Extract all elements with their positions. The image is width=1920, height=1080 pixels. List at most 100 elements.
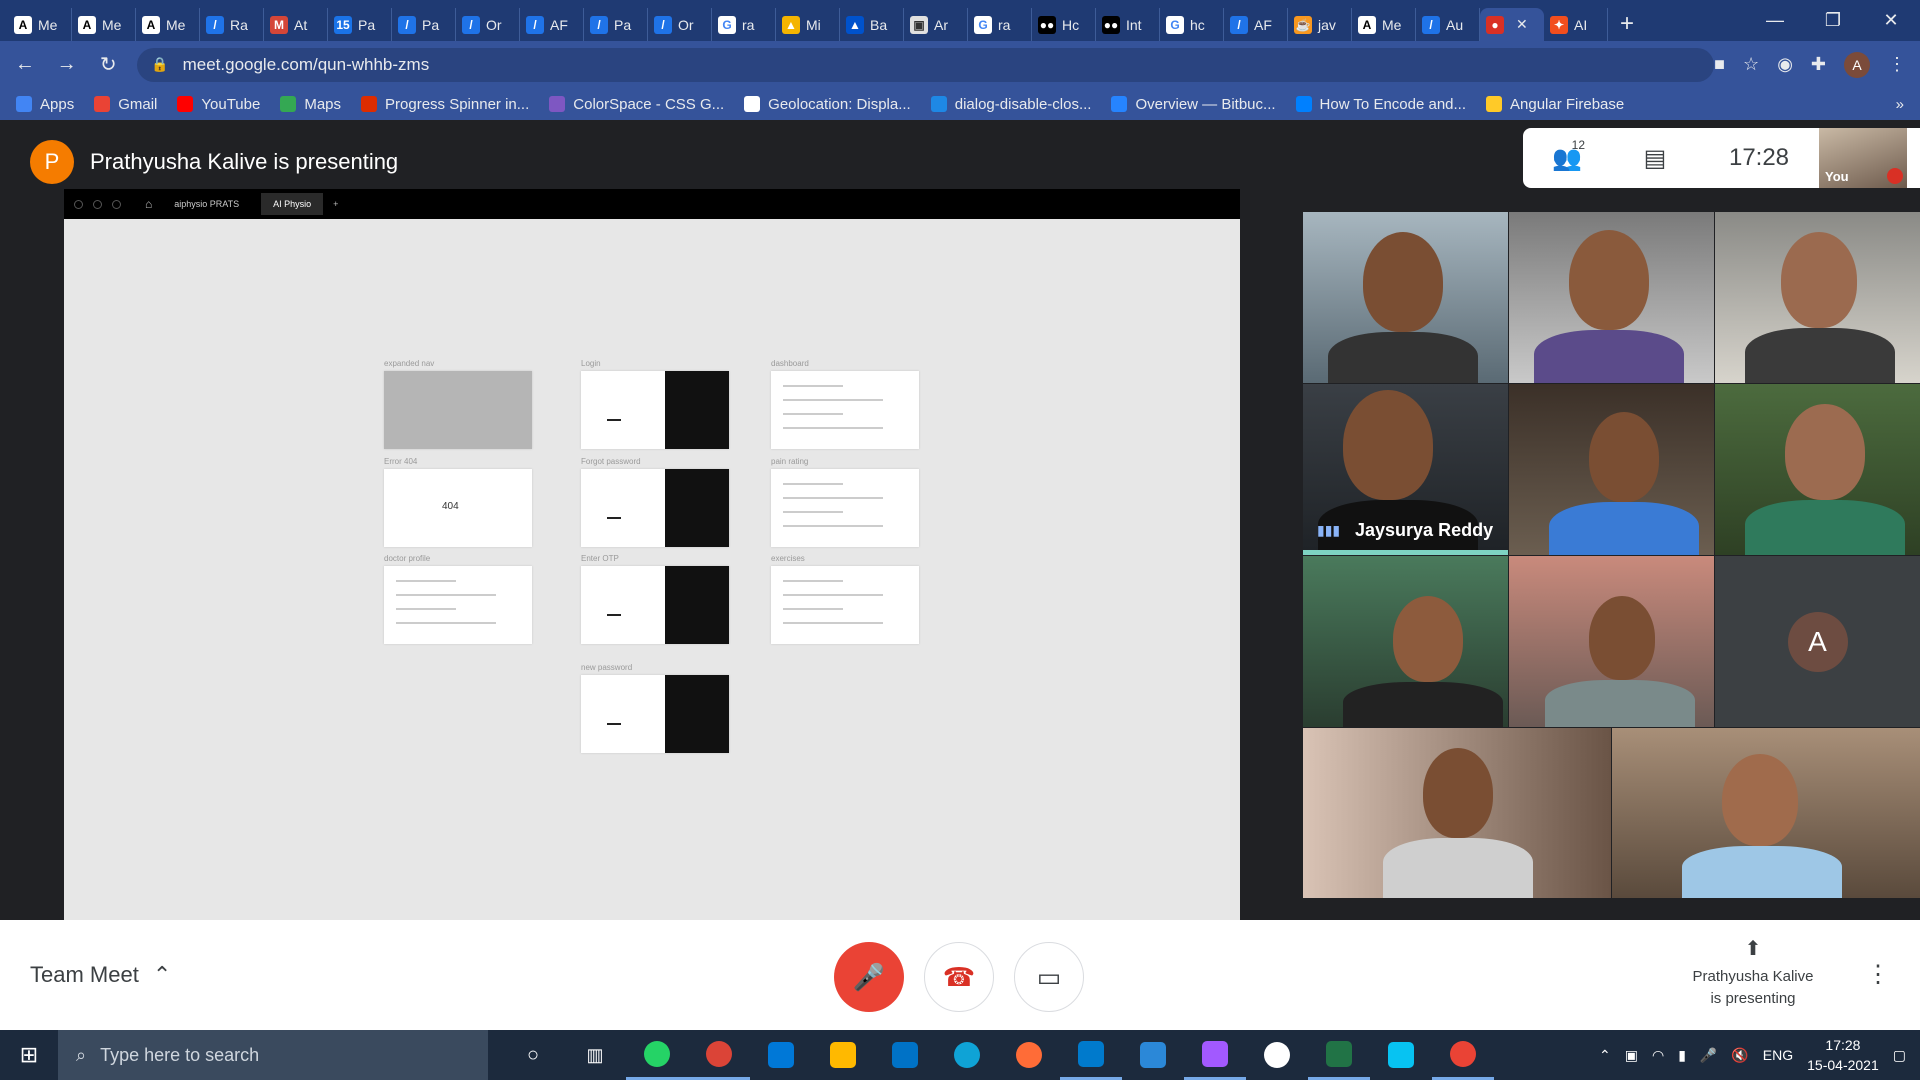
browser-tab[interactable]: / Or xyxy=(456,8,520,41)
webstorm-icon[interactable] xyxy=(1370,1030,1432,1080)
app-w-icon[interactable] xyxy=(1246,1030,1308,1080)
bookmark-item[interactable]: Gmail xyxy=(94,96,157,113)
volume-muted-icon[interactable]: 🔇 xyxy=(1731,1047,1748,1064)
browser-tab[interactable]: ✦ AI xyxy=(1544,8,1608,41)
bookmark-item[interactable]: ColorSpace - CSS G... xyxy=(549,96,724,113)
leave-call-button[interactable]: ☎ xyxy=(924,942,994,1012)
new-tab-icon[interactable]: + xyxy=(1620,10,1634,38)
device-icon[interactable]: ▣ xyxy=(1625,1047,1638,1064)
task-view-icon[interactable]: ▥ xyxy=(564,1030,626,1080)
chrome-profile-icon[interactable] xyxy=(1432,1030,1494,1080)
bookmark-item[interactable]: Maps xyxy=(280,96,341,113)
meeting-details-button[interactable]: Team Meet ⌃ xyxy=(30,962,171,988)
microphone-icon[interactable]: 🎤 xyxy=(1700,1047,1717,1064)
close-tab-icon[interactable]: ✕ xyxy=(1516,16,1528,33)
vscode-icon[interactable] xyxy=(1060,1030,1122,1080)
bookmark-item[interactable]: Angular Firebase xyxy=(1486,96,1624,113)
puzzle-icon[interactable]: ✚ xyxy=(1811,54,1826,75)
back-icon[interactable]: ← xyxy=(8,48,42,82)
browser-tab[interactable]: / Au xyxy=(1416,8,1480,41)
browser-tab[interactable]: / Or xyxy=(648,8,712,41)
browser-tab[interactable]: A Me xyxy=(1352,8,1416,41)
camera-toggle-button[interactable]: ▭ xyxy=(1014,942,1084,1012)
artboard-content-line xyxy=(396,622,496,624)
self-view-tile[interactable]: You xyxy=(1819,128,1907,188)
browser-tab[interactable]: ▲ Mi xyxy=(776,8,840,41)
browser-tab[interactable]: 15 Pa xyxy=(328,8,392,41)
presenting-status[interactable]: ⬆ Prathyusha Kalive is presenting xyxy=(1668,938,1838,1010)
participant-tile[interactable] xyxy=(1303,728,1611,898)
menu-dots-icon[interactable]: ⋮ xyxy=(1888,54,1906,75)
participant-tile[interactable] xyxy=(1303,556,1508,727)
active-speaker-tile[interactable]: ▮▮▮ Jaysurya Reddy xyxy=(1303,384,1508,555)
browser-tab[interactable]: / AF xyxy=(1224,8,1288,41)
browser-tab[interactable]: / Pa xyxy=(584,8,648,41)
store-icon[interactable] xyxy=(750,1030,812,1080)
browser-tab[interactable]: / Pa xyxy=(392,8,456,41)
battery-icon[interactable]: ▮ xyxy=(1678,1047,1686,1064)
browser-tab[interactable]: M At xyxy=(264,8,328,41)
extension-color-icon[interactable]: ◉ xyxy=(1777,54,1793,75)
language-indicator[interactable]: ENG xyxy=(1763,1047,1793,1063)
people-button[interactable]: 👥 12 xyxy=(1523,138,1611,173)
notifications-icon[interactable]: ▢ xyxy=(1893,1047,1906,1064)
figma-icon[interactable] xyxy=(1184,1030,1246,1080)
participant-tile[interactable] xyxy=(1509,384,1714,555)
mail-icon[interactable] xyxy=(874,1030,936,1080)
system-clock[interactable]: 17:28 15-04-2021 xyxy=(1807,1035,1879,1075)
close-window-icon[interactable]: ✕ xyxy=(1862,0,1920,41)
bookmark-item[interactable]: dialog-disable-clos... xyxy=(930,96,1091,113)
bookmark-item[interactable]: How To Encode and... xyxy=(1295,96,1466,113)
browser-tab[interactable]: / Ra xyxy=(200,8,264,41)
mic-toggle-button[interactable]: 🎤 xyxy=(834,942,904,1012)
profile-avatar[interactable]: A xyxy=(1844,51,1870,78)
browser-tab[interactable]: ☕ jav xyxy=(1288,8,1352,41)
bookmark-item[interactable]: Apps xyxy=(16,96,74,113)
browser-tab[interactable]: ●● Int xyxy=(1096,8,1160,41)
bookmarks-overflow-icon[interactable]: » xyxy=(1896,96,1904,113)
bookmark-item[interactable]: Geolocation: Displa... xyxy=(744,96,911,113)
chat-button[interactable]: ▤ xyxy=(1611,144,1699,173)
browser-tab[interactable]: A Me xyxy=(72,8,136,41)
edge-icon[interactable] xyxy=(936,1030,998,1080)
browser-tab[interactable]: Ghc xyxy=(1160,8,1224,41)
bookmark-item[interactable]: Progress Spinner in... xyxy=(361,96,529,113)
wifi-icon[interactable]: ◠ xyxy=(1652,1047,1664,1064)
browser-tab[interactable]: A Me xyxy=(8,8,72,41)
star-icon[interactable]: ☆ xyxy=(1743,54,1759,75)
participant-tile[interactable] xyxy=(1612,728,1920,898)
postman-icon[interactable] xyxy=(998,1030,1060,1080)
browser-tab[interactable]: Gra xyxy=(968,8,1032,41)
participant-tile[interactable] xyxy=(1715,212,1920,383)
bookmark-item[interactable]: Overview — Bitbuc... xyxy=(1111,96,1276,113)
whatsapp-icon[interactable] xyxy=(626,1030,688,1080)
url-field[interactable]: 🔒 meet.google.com/qun-whhb-zms xyxy=(137,47,1715,82)
browser-tab[interactable]: ▣ Ar xyxy=(904,8,968,41)
reload-icon[interactable]: ↻ xyxy=(91,48,125,82)
participant-tile[interactable] xyxy=(1303,212,1508,383)
browser-tab[interactable]: Gra xyxy=(712,8,776,41)
participant-tile[interactable] xyxy=(1715,384,1920,555)
windows-start-icon[interactable]: ⊞ xyxy=(0,1030,58,1080)
restore-icon[interactable]: ❐ xyxy=(1804,0,1862,41)
minimize-icon[interactable]: — xyxy=(1746,0,1804,41)
browser-tab[interactable]: ● ✕ xyxy=(1480,8,1544,41)
more-options-icon[interactable]: ⋮ xyxy=(1866,960,1890,989)
camera-icon[interactable]: ■ xyxy=(1714,54,1725,75)
bookmark-item[interactable]: YouTube xyxy=(177,96,260,113)
browser-tab[interactable]: ▲ Ba xyxy=(840,8,904,41)
participant-tile[interactable] xyxy=(1509,212,1714,383)
app-blue-icon[interactable] xyxy=(1122,1030,1184,1080)
file-explorer-icon[interactable] xyxy=(812,1030,874,1080)
participant-tile[interactable] xyxy=(1509,556,1714,727)
participant-tile[interactable]: A xyxy=(1715,556,1920,727)
chrome-icon[interactable] xyxy=(688,1030,750,1080)
browser-tab[interactable]: A Me xyxy=(136,8,200,41)
forward-icon[interactable]: → xyxy=(50,48,84,82)
browser-tab[interactable]: / AF xyxy=(520,8,584,41)
show-hidden-icon[interactable]: ⌃ xyxy=(1599,1047,1611,1064)
browser-tab[interactable]: ●● Hc xyxy=(1032,8,1096,41)
excel-icon[interactable] xyxy=(1308,1030,1370,1080)
taskbar-search-box[interactable]: ⌕ Type here to search xyxy=(58,1030,488,1080)
cortana-icon[interactable]: ○ xyxy=(502,1030,564,1080)
